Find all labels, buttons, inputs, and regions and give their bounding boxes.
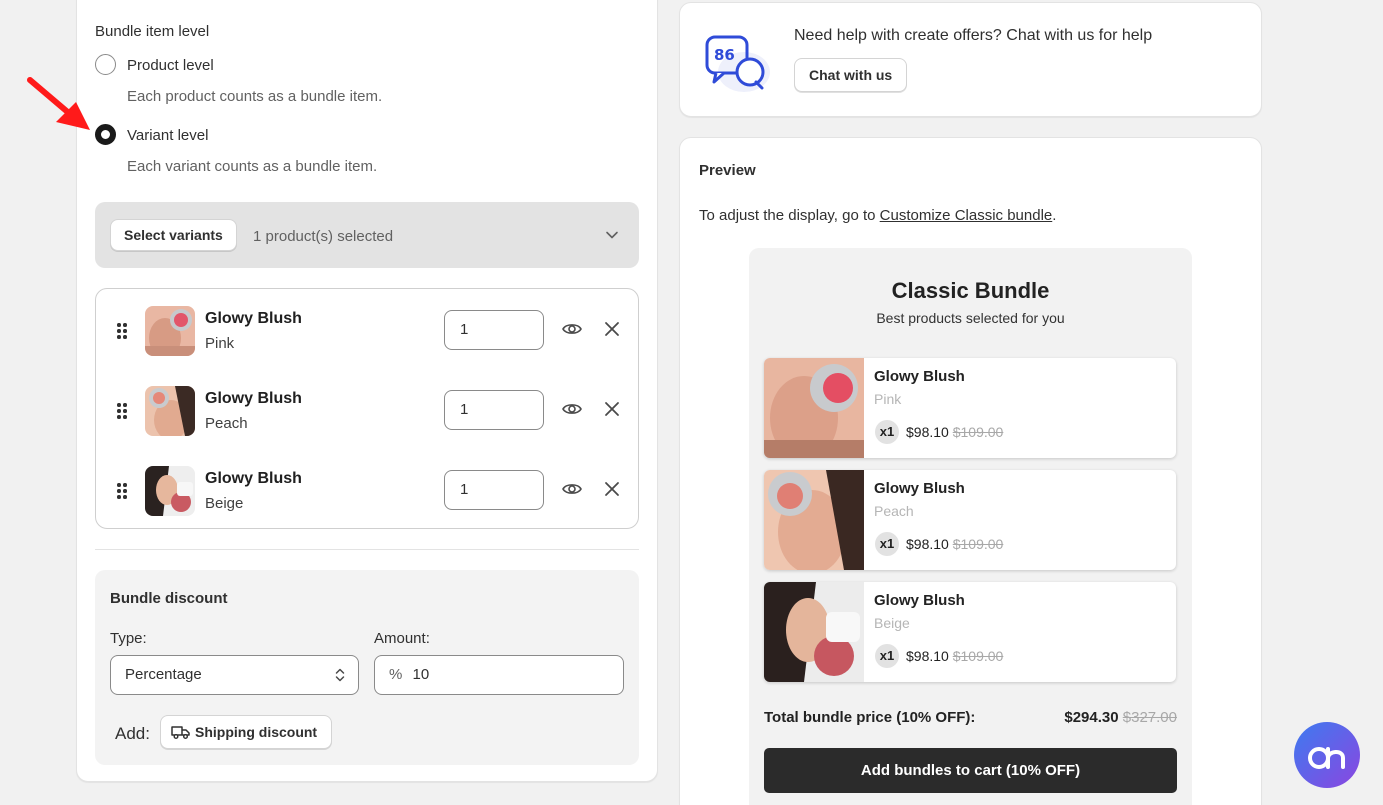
bundle-title: Classic Bundle [891, 278, 1050, 303]
select-variants-button[interactable]: Select variants [110, 219, 237, 251]
compare-price: $109.00 [952, 648, 1004, 664]
compare-price: $109.00 [952, 536, 1004, 552]
chevron-down-icon[interactable] [605, 229, 619, 241]
product-thumbnail [145, 386, 195, 436]
quantity-badge: x1 [875, 420, 899, 444]
product-variant: Peach [874, 503, 914, 519]
app-logo-icon[interactable] [1293, 721, 1361, 789]
product-variant: Beige [874, 615, 910, 631]
sale-price: $98.10 [906, 648, 949, 664]
product-level-label[interactable]: Product level [127, 57, 214, 74]
variant-level-help: Each variant counts as a bundle item. [127, 158, 378, 175]
list-item: Glowy Blush Beige 1 [96, 462, 638, 522]
close-icon[interactable] [603, 480, 621, 498]
shipping-discount-label: Shipping discount [195, 724, 318, 740]
chat-icon: 86 [705, 35, 770, 92]
product-name: Glowy Blush [874, 592, 965, 609]
total-price: $294.30 $327.00 [1064, 709, 1177, 726]
discount-amount-input[interactable]: % 10 [374, 655, 624, 695]
product-name: Glowy Blush [874, 480, 965, 497]
customize-bundle-link[interactable]: Customize Classic bundle [880, 207, 1053, 224]
close-icon[interactable] [603, 320, 621, 338]
item-variant: Peach [205, 415, 248, 432]
discount-type-value: Percentage [125, 666, 202, 683]
bundle-product-card: Glowy Blush Beige x1 $98.10 $109.00 [764, 582, 1176, 682]
quantity-input[interactable]: 1 [444, 390, 544, 430]
svg-text:86: 86 [714, 46, 735, 64]
product-level-radio[interactable] [95, 54, 116, 75]
discount-type-select[interactable]: Percentage [110, 655, 359, 695]
preview-hint: To adjust the display, go to Customize C… [699, 207, 1056, 224]
quantity-badge: x1 [875, 644, 899, 668]
bundle-product-card: Glowy Blush Peach x1 $98.10 $109.00 [764, 470, 1176, 570]
product-thumbnail [145, 466, 195, 516]
amount-value: 10 [412, 666, 430, 683]
eye-icon[interactable] [561, 319, 583, 339]
item-name: Glowy Blush [205, 310, 302, 327]
product-price: $98.10 $109.00 [906, 424, 1003, 440]
list-item: Glowy Blush Pink 1 [96, 302, 638, 362]
list-item: Glowy Blush Peach 1 [96, 382, 638, 442]
bundle-items-list: Glowy Blush Pink 1 Glowy Blush Peach 1 G… [95, 288, 639, 529]
arrow-annotation-icon [27, 77, 90, 130]
discount-title: Bundle discount [110, 590, 228, 607]
total-sale-price: $294.30 [1064, 709, 1119, 726]
bundle-subtitle: Best products selected for you [876, 310, 1065, 326]
quantity-input[interactable]: 1 [444, 470, 544, 510]
item-name: Glowy Blush [205, 470, 302, 487]
quantity-badge: x1 [875, 532, 899, 556]
select-arrows-icon [335, 668, 345, 682]
sale-price: $98.10 [906, 536, 949, 552]
eye-icon[interactable] [561, 399, 583, 419]
drag-handle-icon[interactable] [116, 481, 130, 501]
variant-selector-bar[interactable]: Select variants 1 product(s) selected [95, 202, 639, 268]
product-name: Glowy Blush [874, 368, 965, 385]
product-price: $98.10 $109.00 [906, 648, 1003, 664]
add-label: Add: [115, 724, 150, 743]
total-compare-price: $327.00 [1122, 709, 1177, 726]
help-card: 86 Need help with create offers? Chat wi… [679, 2, 1262, 117]
bundle-preview-widget: Classic Bundle Best products selected fo… [749, 248, 1192, 805]
truck-icon [171, 726, 190, 739]
sale-price: $98.10 [906, 424, 949, 440]
product-price: $98.10 $109.00 [906, 536, 1003, 552]
selection-status: 1 product(s) selected [253, 228, 394, 245]
variant-level-label[interactable]: Variant level [127, 127, 208, 144]
amount-label: Amount: [374, 630, 430, 647]
help-text: Need help with create offers? Chat with … [794, 27, 1153, 44]
preview-hint-text: To adjust the display, go to [699, 207, 880, 224]
product-thumbnail [145, 306, 195, 356]
shipping-discount-button[interactable]: Shipping discount [160, 715, 333, 749]
bundle-product-card: Glowy Blush Pink x1 $98.10 $109.00 [764, 358, 1176, 458]
chat-with-us-button[interactable]: Chat with us [794, 58, 908, 92]
bundle-settings-card: Bundle item level Product level Each pro… [76, 0, 658, 782]
close-icon[interactable] [603, 400, 621, 418]
type-label: Type: [110, 630, 147, 647]
product-image [764, 582, 864, 682]
drag-handle-icon[interactable] [116, 401, 130, 421]
total-label: Total bundle price (10% OFF): [764, 709, 976, 726]
product-level-help: Each product counts as a bundle item. [127, 88, 383, 105]
item-variant: Pink [205, 335, 235, 352]
bundle-discount-section: Bundle discount Type: Amount: Percentage… [95, 570, 639, 765]
variant-level-radio[interactable] [95, 124, 116, 145]
preview-card: Preview To adjust the display, go to Cus… [679, 137, 1262, 805]
eye-icon[interactable] [561, 479, 583, 499]
amount-prefix: % [389, 666, 403, 683]
quantity-input[interactable]: 1 [444, 310, 544, 350]
divider [95, 549, 639, 550]
preview-hint-suffix: . [1052, 207, 1057, 224]
item-name: Glowy Blush [205, 390, 302, 407]
drag-handle-icon[interactable] [116, 321, 130, 341]
product-variant: Pink [874, 391, 902, 407]
add-to-cart-button[interactable]: Add bundles to cart (10% OFF) [764, 748, 1177, 793]
product-image [764, 470, 864, 570]
preview-heading: Preview [699, 162, 756, 179]
compare-price: $109.00 [952, 424, 1004, 440]
item-variant: Beige [205, 495, 244, 512]
bundle-level-title: Bundle item level [95, 23, 210, 40]
product-image [764, 358, 864, 458]
